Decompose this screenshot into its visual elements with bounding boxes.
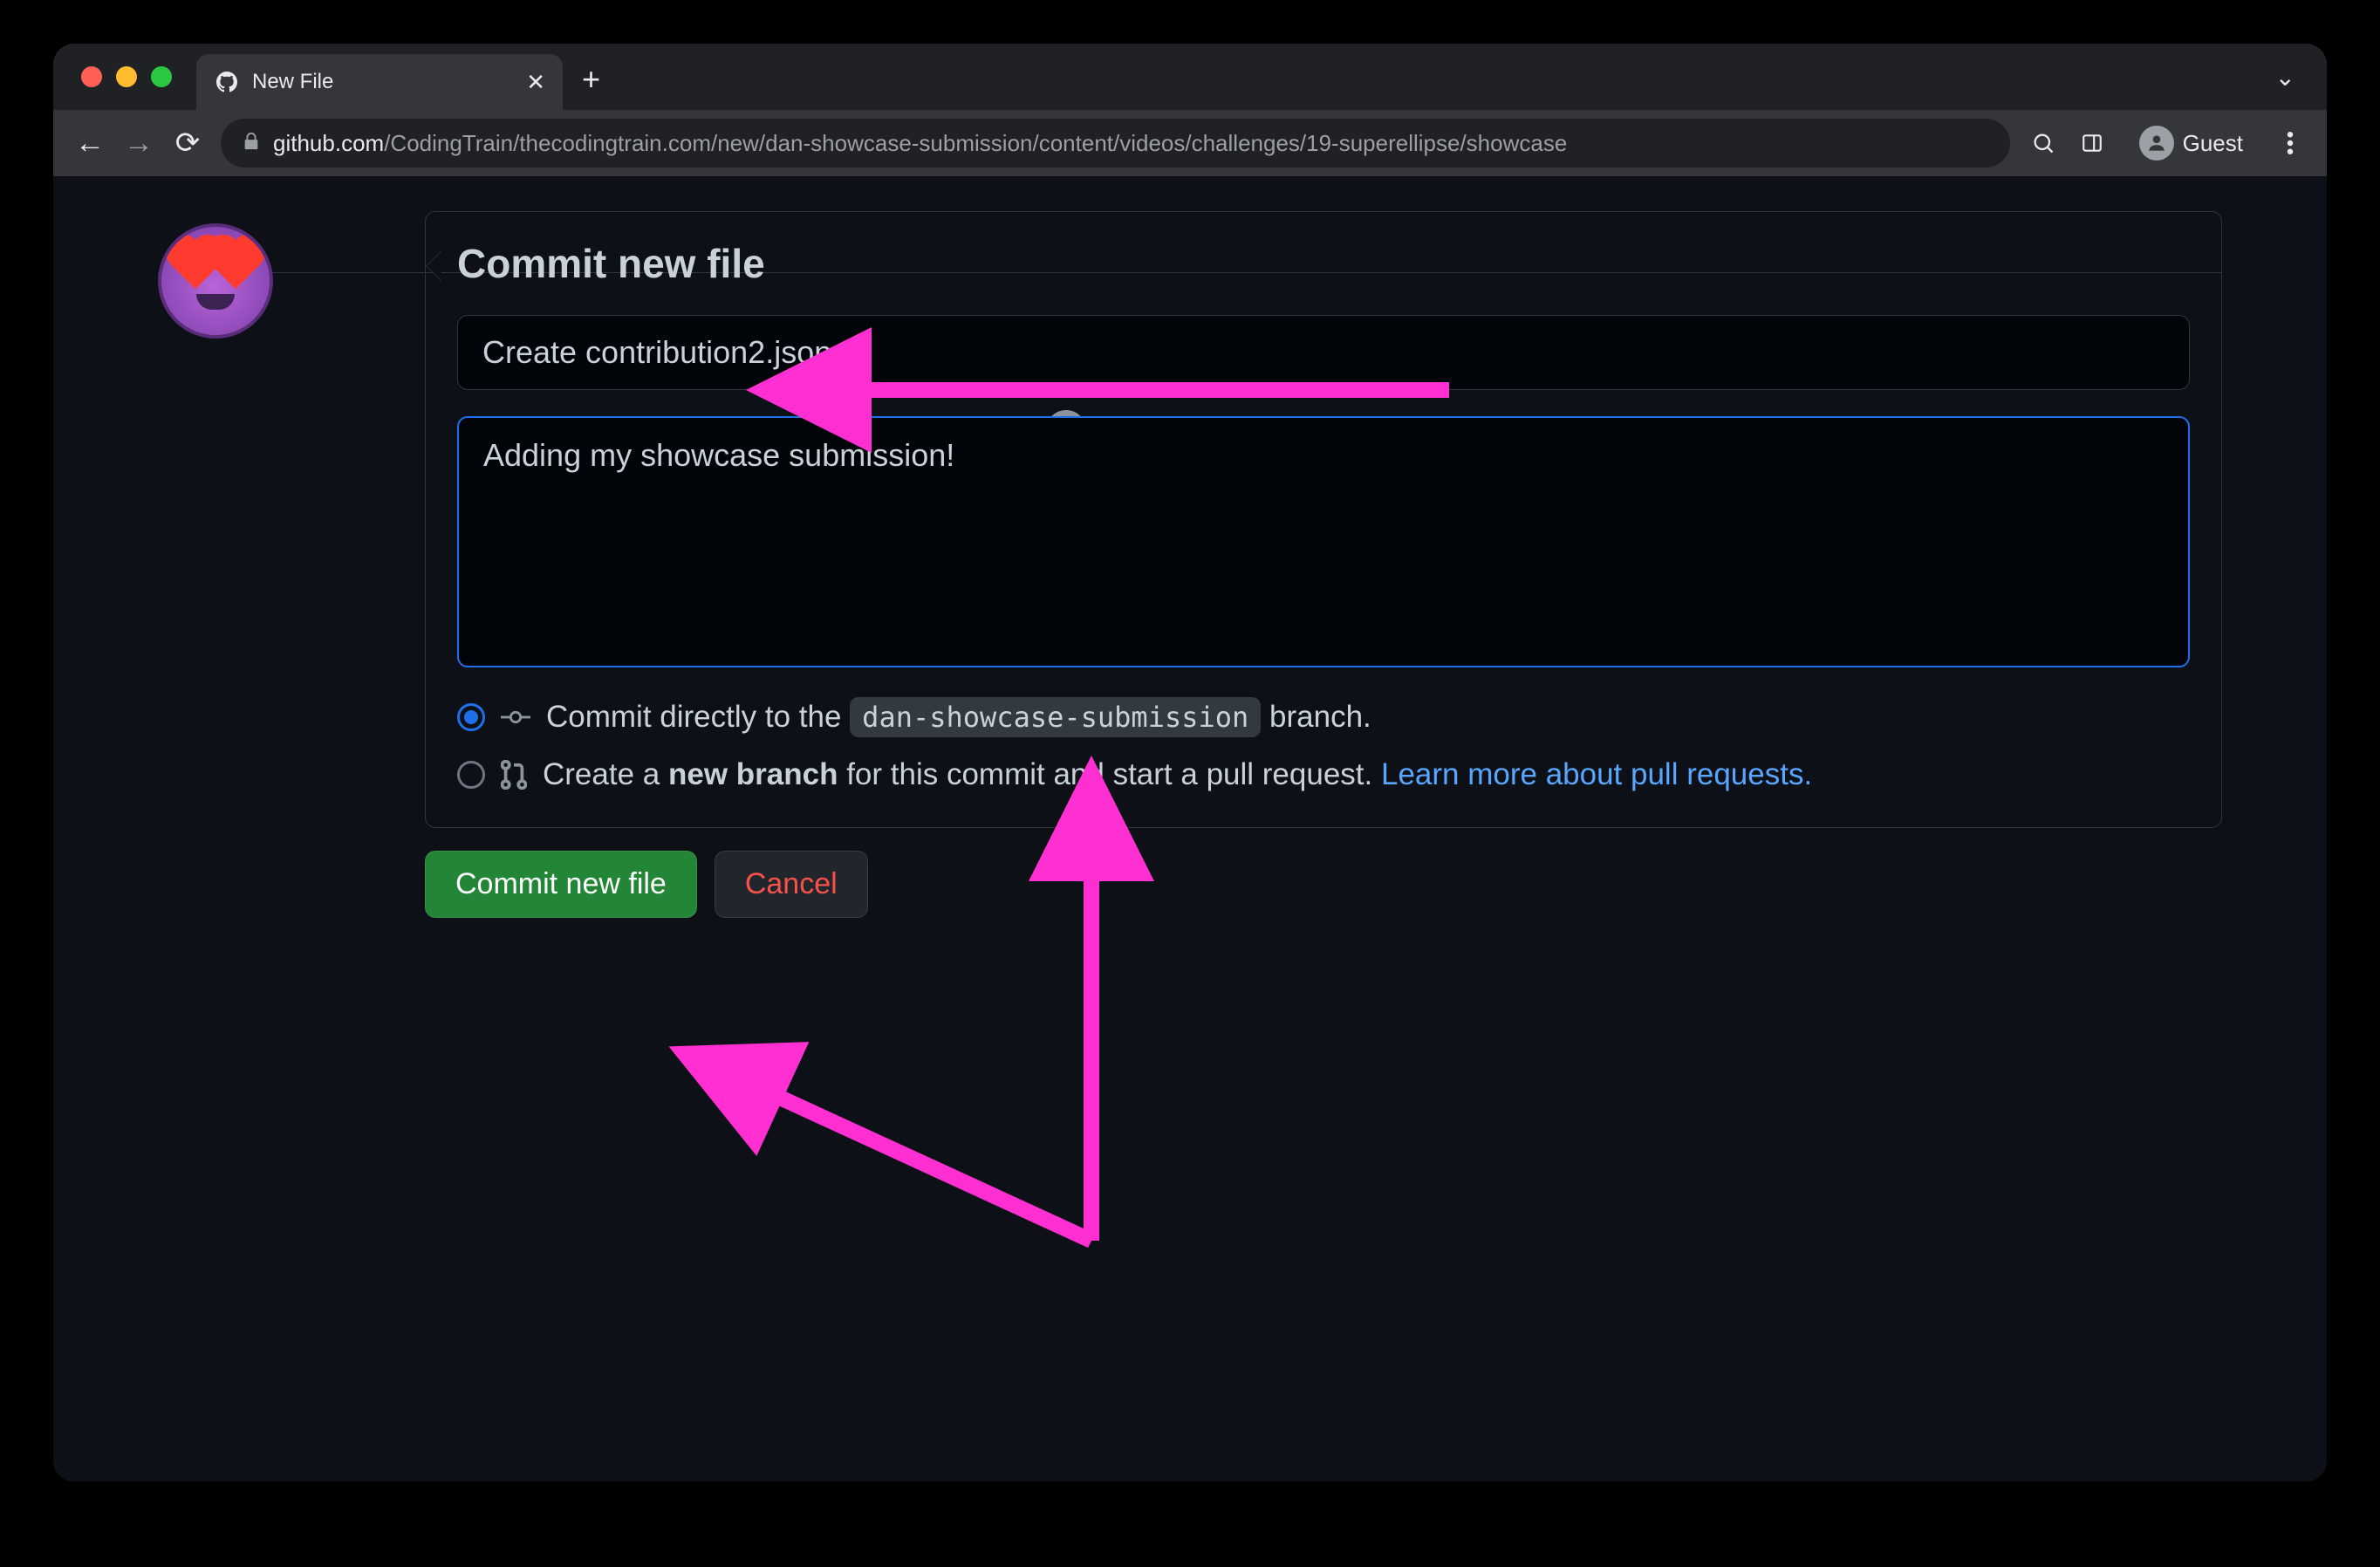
commit-heading: Commit new file xyxy=(457,240,2190,287)
profile-button[interactable]: Guest xyxy=(2125,122,2257,164)
url-text: github.com/CodingTrain/thecodingtrain.co… xyxy=(273,130,1567,157)
git-pull-request-icon xyxy=(501,760,527,790)
avatar-icon xyxy=(2139,126,2174,161)
kebab-menu-icon[interactable] xyxy=(2274,127,2306,159)
url-input[interactable]: github.com/CodingTrain/thecodingtrain.co… xyxy=(221,119,2010,168)
learn-more-link[interactable]: Learn more about pull requests. xyxy=(1381,757,1812,791)
user-avatar[interactable] xyxy=(158,223,273,339)
commit-new-branch-label: Create a new branch for this commit and … xyxy=(543,757,1812,792)
tab-close-icon[interactable]: ✕ xyxy=(526,69,545,96)
tab-bar: New File ✕ + ⌄ xyxy=(53,44,2327,110)
commit-description-input[interactable] xyxy=(457,416,2190,667)
radio-new-branch[interactable] xyxy=(457,761,485,789)
commit-button[interactable]: Commit new file xyxy=(425,851,697,918)
commit-new-branch-option[interactable]: Create a new branch for this commit and … xyxy=(457,757,2190,792)
avatar-mouth xyxy=(196,294,235,310)
back-button[interactable]: ← xyxy=(74,127,106,161)
tabs-overflow-icon[interactable]: ⌄ xyxy=(2275,63,2295,92)
github-favicon-icon xyxy=(214,69,240,95)
form-actions: Commit new file Cancel xyxy=(425,851,2222,918)
commit-form: Commit new file Commit directly to the d… xyxy=(425,211,2222,828)
branch-name-tag: dan-showcase-submission xyxy=(850,697,1261,737)
heart-eye-icon xyxy=(211,240,261,290)
tab-title: New File xyxy=(252,70,514,94)
cancel-button[interactable]: Cancel xyxy=(715,851,868,918)
window-maximize-button[interactable] xyxy=(151,66,172,87)
window-minimize-button[interactable] xyxy=(116,66,137,87)
reload-button[interactable]: ⟳ xyxy=(172,126,203,161)
side-panel-icon[interactable] xyxy=(2076,127,2108,159)
profile-label: Guest xyxy=(2183,130,2243,157)
address-bar: ← → ⟳ github.com/CodingTrain/thecodingtr… xyxy=(53,110,2327,176)
forward-button[interactable]: → xyxy=(123,127,154,161)
search-icon[interactable] xyxy=(2028,127,2059,159)
browser-window: New File ✕ + ⌄ ← → ⟳ github.com/CodingTr… xyxy=(53,44,2327,1481)
git-commit-icon xyxy=(501,708,530,726)
window-close-button[interactable] xyxy=(81,66,102,87)
page-content: Commit new file Commit directly to the d… xyxy=(53,176,2327,1481)
window-controls xyxy=(81,66,172,87)
commit-direct-label: Commit directly to the dan-showcase-subm… xyxy=(546,700,1371,735)
commit-summary-input[interactable] xyxy=(457,315,2190,390)
new-tab-button[interactable]: + xyxy=(582,61,600,98)
browser-tab[interactable]: New File ✕ xyxy=(196,54,563,110)
commit-direct-option[interactable]: Commit directly to the dan-showcase-subm… xyxy=(457,700,2190,735)
radio-commit-direct[interactable] xyxy=(457,703,485,731)
lock-icon xyxy=(242,130,261,157)
